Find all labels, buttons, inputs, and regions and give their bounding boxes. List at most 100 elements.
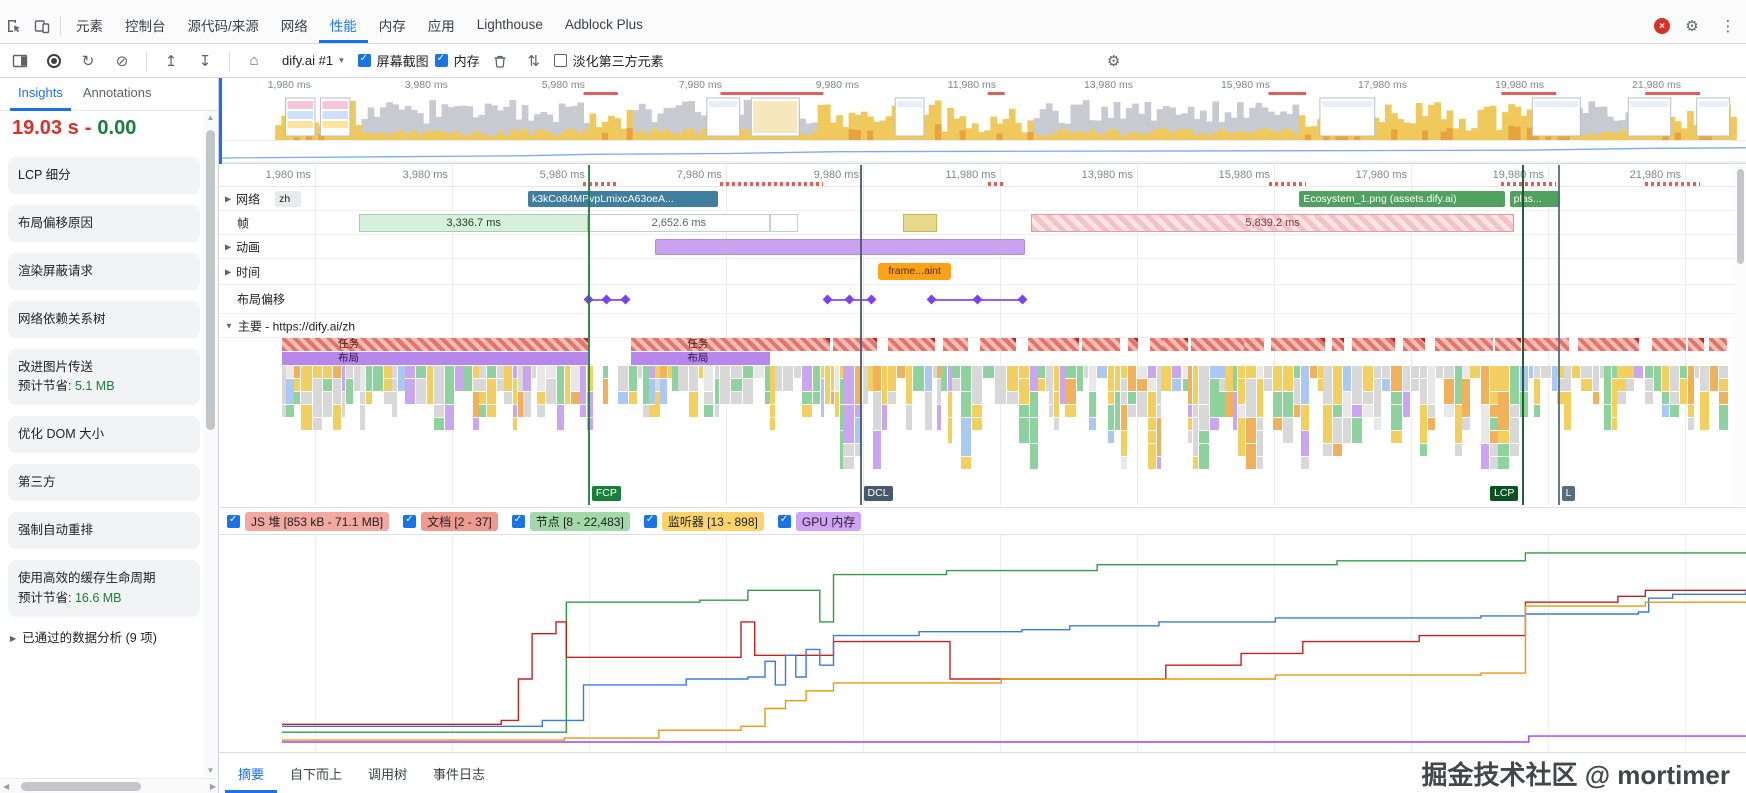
passed-insights-row[interactable]: ▶ 已通过的数据分析 (9 项) [0,630,218,646]
insight-card[interactable]: 使用高效的缓存生命周期预计节省: 16.6 MB [8,560,200,617]
settings-gear-icon[interactable]: ⚙ [1678,12,1706,40]
frame-bar[interactable]: 5,839.2 ms [1031,214,1515,232]
capture-settings-gear-icon[interactable]: ⚙ [1100,47,1128,75]
frame-bar[interactable]: 3,336.7 ms [359,214,587,232]
panel-tab-内存[interactable]: 内存 [368,9,417,43]
chevron-right-icon[interactable]: ▶ [225,267,231,276]
scroll-right-icon[interactable]: ▶ [210,782,216,791]
scrollbar-track[interactable] [9,779,210,793]
scrollbar-thumb[interactable] [1737,169,1744,264]
layout-shift-diamond-icon[interactable] [972,295,982,305]
track-network[interactable]: ▶网络 zhk3kCo84MPvpLmixcA63oeA...Ecosystem… [219,187,1746,211]
insight-card[interactable]: 第三方 [8,464,200,501]
marker-badge-L[interactable]: L [1562,486,1576,501]
inspect-icon[interactable] [0,12,28,40]
memory-overview-line[interactable] [219,140,1746,163]
frame-bar[interactable] [903,214,937,232]
detail-tab-摘要[interactable]: 摘要 [225,753,277,793]
memory-checkbox[interactable]: 内存 [435,51,480,70]
timing-marker[interactable]: frame...aint [878,263,951,280]
reload-record-icon[interactable]: ↻ [74,47,102,75]
device-toolbar-icon[interactable] [28,12,56,40]
layout-shift-diamond-icon[interactable] [620,295,630,305]
track-layout-shifts[interactable]: 布局偏移 [219,285,1746,314]
scroll-up-icon[interactable]: ▲ [207,113,215,122]
memory-counters-chart[interactable] [219,535,1746,752]
screenshots-checkbox[interactable]: 屏幕截图 [358,51,429,70]
layout-shift-diamond-icon[interactable] [583,295,593,305]
load-profile-icon[interactable]: ↥ [157,47,185,75]
panel-tab-性能[interactable]: 性能 [319,9,368,43]
insight-card[interactable]: 网络依赖关系树 [8,301,200,338]
scroll-down-icon[interactable]: ▼ [207,766,215,775]
insight-card[interactable]: 优化 DOM 大小 [8,416,200,453]
insight-card[interactable]: 布局偏移原因 [8,205,200,242]
range-selection-handle[interactable] [219,78,222,164]
panel-tab-应用[interactable]: 应用 [417,9,466,43]
panel-tab-源代码/来源[interactable]: 源代码/来源 [177,9,270,43]
panel-tab-Lighthouse[interactable]: Lighthouse [466,9,554,43]
scrollbar-thumb[interactable] [206,130,215,430]
detail-tab-调用树[interactable]: 调用树 [355,753,420,793]
insight-card[interactable]: LCP 细分 [8,157,200,194]
detail-tab-自下而上[interactable]: 自下而上 [277,753,355,793]
track-timings[interactable]: ▶时间 frame...aint [219,259,1746,285]
scrollbar-thumb[interactable] [21,782,141,791]
memory-counter-toggle[interactable]: JS 堆 [853 kB - 71.1 MB] [227,512,389,531]
insight-card[interactable]: 改进图片传送预计节省: 5.1 MB [8,349,200,406]
memory-counter-toggle[interactable]: GPU 内存 [778,512,861,531]
network-request[interactable]: zh [275,191,301,207]
chevron-right-icon[interactable]: ▶ [225,242,231,251]
marker-badge-LCP[interactable]: LCP [1490,486,1518,501]
detail-tab-事件日志[interactable]: 事件日志 [420,753,498,793]
network-request[interactable]: k3kCo84MPvpLmixcA63oeA... [528,191,718,207]
save-profile-icon[interactable]: ↧ [191,47,219,75]
tab-insights[interactable]: Insights [10,78,71,111]
up-down-arrows-icon[interactable]: ⇅ [520,47,548,75]
scrollbar-track[interactable] [203,122,218,766]
network-request[interactable]: plas... [1510,191,1560,207]
clear-icon[interactable]: ⊘ [108,47,136,75]
record-button[interactable] [40,47,68,75]
more-menu-icon[interactable]: ⋮ [1714,12,1742,40]
profile-select[interactable]: dify.ai #1 ▾ [274,50,352,71]
timeline-overview[interactable]: 1,980 ms3,980 ms5,980 ms7,980 ms9,980 ms… [219,78,1746,164]
panel-tab-控制台[interactable]: 控制台 [114,9,177,43]
track-main-thread-header[interactable]: ▼主要 - https://dify.ai/zh [219,314,1746,338]
dim-third-parties-checkbox[interactable]: 淡化第三方元素 [554,51,664,70]
memory-counter-toggle[interactable]: 监听器 [13 - 898] [644,512,764,531]
sidebar-vertical-scrollbar[interactable]: ▲ ▼ [203,111,218,777]
memory-counter-toggle[interactable]: 节点 [8 - 22,483] [512,512,630,531]
marker-badge-DCL[interactable]: DCL [864,486,893,501]
layout-shift-diamond-icon[interactable] [867,295,877,305]
panel-tab-Adblock Plus[interactable]: Adblock Plus [554,9,654,43]
track-animations[interactable]: ▶动画 [219,235,1746,259]
panel-tab-网络[interactable]: 网络 [270,9,319,43]
frame-bar[interactable]: 2,652.6 ms [588,214,770,232]
live-metrics-home-icon[interactable]: ⌂ [240,47,268,75]
insight-card[interactable]: 渲染屏蔽请求 [8,253,200,290]
tab-annotations[interactable]: Annotations [75,78,160,111]
frame-bar[interactable] [770,214,798,232]
error-badge-icon[interactable]: × [1654,18,1670,34]
layout-shift-diamond-icon[interactable] [602,295,612,305]
main-vertical-scrollbar[interactable] [1735,165,1746,505]
marker-badge-FCP[interactable]: FCP [592,486,621,501]
animation-bar[interactable] [655,239,1025,255]
track-frames[interactable]: 帧 3,336.7 ms2,652.6 ms5,839.2 ms [219,211,1746,235]
insight-card[interactable]: 强制自动重排 [8,512,200,549]
layout-shift-diamond-icon[interactable] [1017,295,1027,305]
layout-shift-diamond-icon[interactable] [822,295,832,305]
chevron-down-icon[interactable]: ▼ [225,321,233,330]
flame-chart[interactable]: 任务任务布局布局 FCPDCLLCPL [219,338,1746,505]
panel-tab-元素[interactable]: 元素 [65,9,114,43]
chevron-right-icon[interactable]: ▶ [225,194,231,203]
memory-counter-toggle[interactable]: 文档 [2 - 37] [403,512,498,531]
layout-shift-diamond-icon[interactable] [844,295,854,305]
layout-shift-diamond-icon[interactable] [927,295,937,305]
sidebar-horizontal-scrollbar[interactable]: ◀ ▶ [0,778,219,793]
dock-panel-icon[interactable] [6,47,34,75]
network-request[interactable]: Ecosystem_1.png (assets.dify.ai) [1299,191,1505,207]
cpu-activity-overview[interactable] [219,92,1746,140]
garbage-collect-icon[interactable] [486,47,514,75]
